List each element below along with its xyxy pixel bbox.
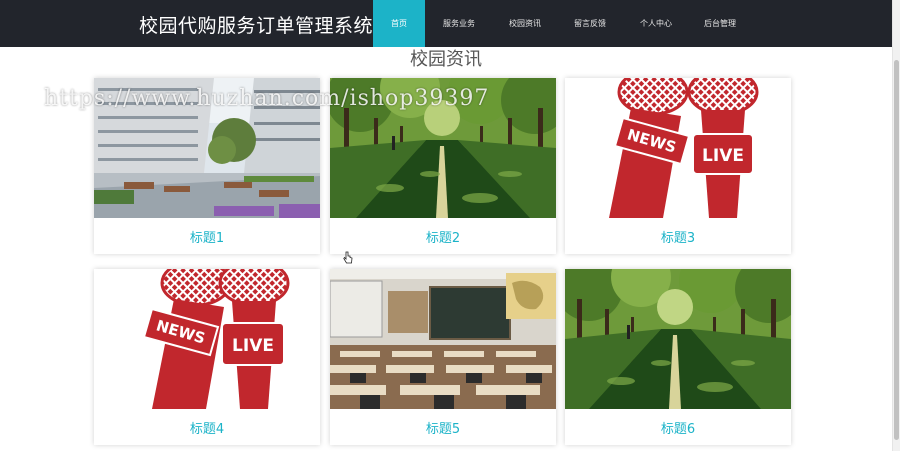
news-card-1[interactable]: 标题1 <box>94 78 320 254</box>
nav-personal-center[interactable]: 个人中心 <box>623 0 689 47</box>
news-card-6[interactable]: 标题6 <box>565 269 791 445</box>
card-title[interactable]: 标题4 <box>94 409 320 445</box>
svg-text:LIVE: LIVE <box>702 146 744 166</box>
tree-road-image[interactable] <box>330 78 556 218</box>
top-navbar: 校园代购服务订单管理系统 首页 服务业务 校园资讯 留言反馈 个人中心 后台管理 <box>0 0 892 47</box>
campus-building-image[interactable] <box>94 78 320 218</box>
card-title[interactable]: 标题1 <box>94 218 320 254</box>
news-live-image[interactable]: NEWS LIVE <box>94 269 320 409</box>
section-title: 校园资讯 <box>410 49 482 70</box>
news-card-3[interactable]: NEWS LIVE 标题3 <box>565 78 791 254</box>
hand-cursor-icon <box>343 251 353 264</box>
nav-home[interactable]: 首页 <box>373 0 425 47</box>
page-scrollbar[interactable] <box>892 0 900 451</box>
svg-text:LIVE: LIVE <box>232 336 274 356</box>
scrollbar-thumb[interactable] <box>894 60 899 440</box>
nav-campus-news[interactable]: 校园资讯 <box>493 0 557 47</box>
news-card-2[interactable]: 标题2 <box>330 78 556 254</box>
news-card-5[interactable]: 标题5 <box>330 269 556 445</box>
tree-road-image[interactable] <box>565 269 791 409</box>
classroom-image[interactable] <box>330 269 556 409</box>
card-title[interactable]: 标题5 <box>330 409 556 445</box>
nav-services[interactable]: 服务业务 <box>425 0 493 47</box>
nav-feedback[interactable]: 留言反馈 <box>557 0 623 47</box>
card-title[interactable]: 标题3 <box>565 218 791 254</box>
card-title[interactable]: 标题6 <box>565 409 791 445</box>
nav-admin[interactable]: 后台管理 <box>689 0 751 47</box>
news-live-image[interactable]: NEWS LIVE <box>565 78 791 218</box>
main-nav: 首页 服务业务 校园资讯 留言反馈 个人中心 后台管理 <box>373 0 751 47</box>
news-card-4[interactable]: NEWS LIVE 标题4 <box>94 269 320 445</box>
card-title[interactable]: 标题2 <box>330 218 556 254</box>
site-title[interactable]: 校园代购服务订单管理系统 <box>139 11 373 38</box>
